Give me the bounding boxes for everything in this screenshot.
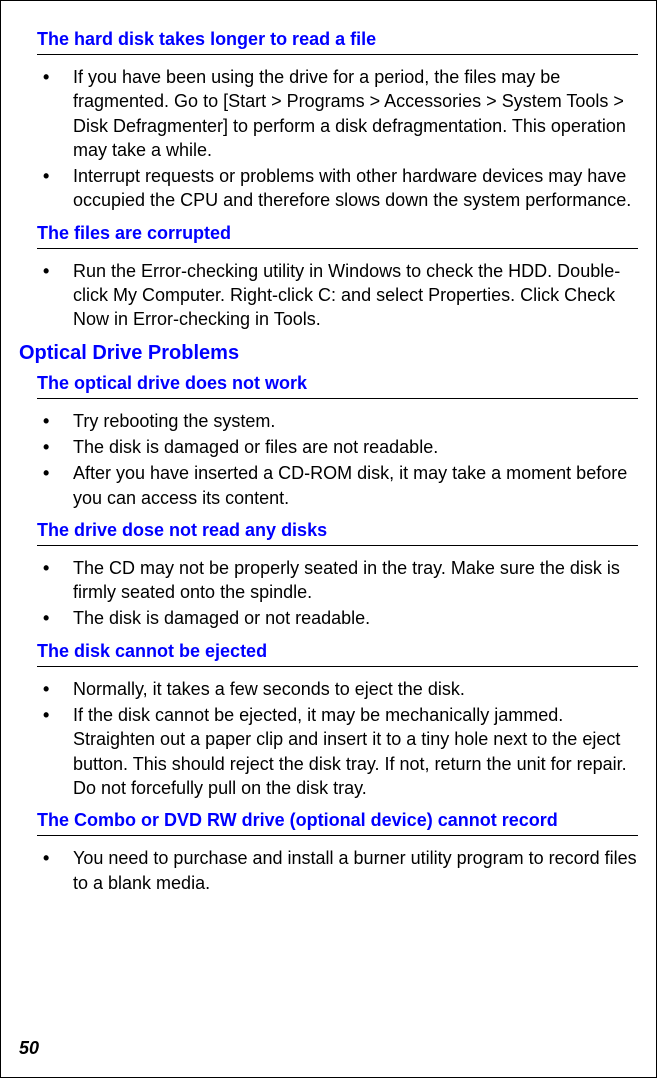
- list-item: Run the Error-checking utility in Window…: [37, 259, 638, 332]
- list-item: Normally, it takes a few seconds to ejec…: [37, 677, 638, 701]
- list-item: After you have inserted a CD-ROM disk, i…: [37, 461, 638, 510]
- sub-heading-hard-disk-slow: The hard disk takes longer to read a fil…: [37, 29, 638, 55]
- bullet-list: If you have been using the drive for a p…: [37, 65, 638, 213]
- list-item: Try rebooting the system.: [37, 409, 638, 433]
- sub-heading-files-corrupted: The files are corrupted: [37, 223, 638, 249]
- list-item: The CD may not be properly seated in the…: [37, 556, 638, 605]
- list-item: Interrupt requests or problems with othe…: [37, 164, 638, 213]
- list-item: You need to purchase and install a burne…: [37, 846, 638, 895]
- bullet-list: You need to purchase and install a burne…: [37, 846, 638, 895]
- sub-heading-optical-not-work: The optical drive does not work: [37, 373, 638, 399]
- list-item: The disk is damaged or not readable.: [37, 606, 638, 630]
- bullet-list: The CD may not be properly seated in the…: [37, 556, 638, 631]
- list-item: The disk is damaged or files are not rea…: [37, 435, 638, 459]
- sub-heading-disk-no-eject: The disk cannot be ejected: [37, 641, 638, 667]
- list-item: If you have been using the drive for a p…: [37, 65, 638, 162]
- section-heading-optical-drive: Optical Drive Problems: [19, 342, 638, 365]
- document-page: The hard disk takes longer to read a fil…: [1, 1, 656, 895]
- bullet-list: Try rebooting the system. The disk is da…: [37, 409, 638, 510]
- bullet-list: Run the Error-checking utility in Window…: [37, 259, 638, 332]
- page-number: 50: [19, 1038, 39, 1059]
- bullet-list: Normally, it takes a few seconds to ejec…: [37, 677, 638, 800]
- list-item: If the disk cannot be ejected, it may be…: [37, 703, 638, 800]
- sub-heading-drive-no-read: The drive dose not read any disks: [37, 520, 638, 546]
- sub-heading-combo-dvd-rw: The Combo or DVD RW drive (optional devi…: [37, 810, 638, 836]
